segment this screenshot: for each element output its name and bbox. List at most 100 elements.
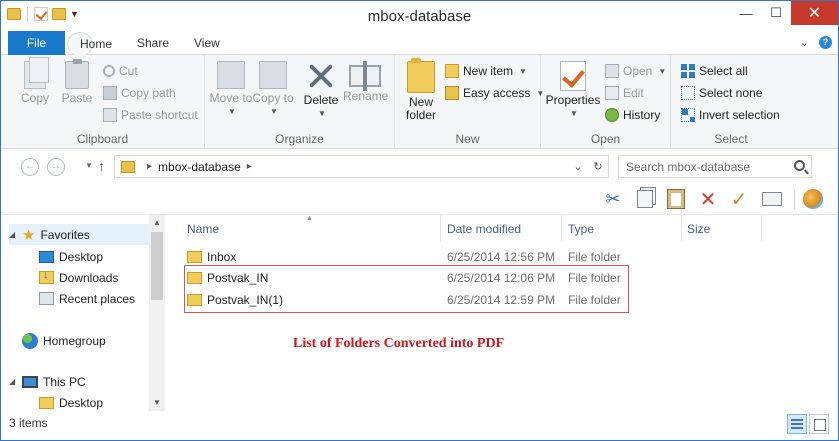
nav-homegroup-label: Homegroup: [43, 333, 106, 348]
recent-locations-icon[interactable]: ▼: [85, 161, 93, 170]
scroll-up-icon[interactable]: ▲: [149, 215, 165, 231]
close-button[interactable]: ✕: [791, 1, 838, 25]
table-row[interactable]: Inbox 6/25/2014 12:56 PM File folder: [165, 246, 838, 267]
nav-item-pc-desktop[interactable]: Desktop: [39, 392, 103, 413]
ribbon: Copy Paste Cut Copy path Paste shortcut …: [1, 55, 838, 149]
computer-icon: [22, 375, 38, 388]
history-button[interactable]: History: [605, 105, 660, 125]
easy-access-button[interactable]: Easy access ▼: [445, 83, 544, 103]
column-divider[interactable]: [561, 215, 562, 241]
details-view-button[interactable]: [787, 414, 807, 434]
clipboard-icon: [667, 189, 685, 209]
column-divider[interactable]: [761, 215, 762, 241]
edit-button[interactable]: Edit: [605, 83, 644, 103]
copy-to-button[interactable]: Copy to ▼: [251, 59, 295, 118]
file-name: Inbox: [207, 250, 237, 264]
tab-file[interactable]: File: [8, 31, 65, 55]
scissors-icon: [103, 65, 115, 77]
column-header-name[interactable]: Name: [187, 222, 219, 236]
paste-shortcut-button[interactable]: Paste shortcut: [103, 105, 198, 125]
star-icon: ★: [22, 226, 36, 244]
nav-item-downloads[interactable]: Downloads: [39, 267, 118, 288]
column-divider[interactable]: [681, 215, 682, 241]
nav-item-recent-places[interactable]: Recent places: [39, 288, 135, 309]
nav-pc-desktop-label: Desktop: [59, 395, 104, 410]
new-folder-button[interactable]: New folder: [399, 58, 443, 122]
search-icon[interactable]: [794, 160, 805, 171]
column-header-date-modified[interactable]: Date modified: [447, 222, 521, 236]
up-arrow-icon[interactable]: ↑: [98, 158, 105, 174]
chevron-right-icon[interactable]: ▸: [147, 161, 152, 172]
expand-arrow-icon[interactable]: ◢: [9, 377, 17, 386]
properties-toolbar-button[interactable]: ✓: [728, 188, 750, 211]
easy-access-label: Easy access: [463, 86, 531, 100]
scroll-down-icon[interactable]: ▼: [149, 395, 165, 411]
select-all-button[interactable]: Select all: [681, 61, 748, 81]
navigation-scrollbar[interactable]: ▲ ▼: [149, 215, 165, 411]
cut-button[interactable]: Cut: [103, 61, 138, 81]
copy-path-button[interactable]: Copy path: [103, 83, 176, 103]
invert-selection-button[interactable]: Invert selection: [681, 105, 780, 125]
paste-toolbar-button[interactable]: [665, 188, 687, 210]
new-item-button[interactable]: New item ▼: [445, 61, 527, 81]
nav-downloads-label: Downloads: [59, 270, 119, 285]
properties-button[interactable]: Properties ▼: [545, 59, 601, 120]
column-divider[interactable]: [440, 215, 441, 241]
history-label: History: [623, 108, 661, 122]
nav-item-homegroup[interactable]: Homegroup: [9, 330, 106, 351]
delete-button[interactable]: Delete ▼: [299, 59, 343, 120]
address-bar[interactable]: ▸ mbox-database ▸ ⌄ ↻: [114, 155, 609, 178]
copy-toolbar-button[interactable]: [634, 188, 656, 210]
chevron-right-icon[interactable]: ▸: [247, 161, 252, 172]
nav-item-desktop[interactable]: Desktop: [39, 246, 103, 267]
cut-toolbar-button[interactable]: ✂: [602, 188, 624, 210]
select-none-button[interactable]: Select none: [681, 83, 762, 103]
maximize-button[interactable]: ☐: [761, 1, 791, 25]
refresh-icon[interactable]: ↻: [588, 160, 608, 173]
nav-item-this-pc[interactable]: ◢ This PC: [9, 371, 86, 392]
address-dropdown-icon[interactable]: ⌄: [568, 160, 588, 173]
select-none-label: Select none: [699, 86, 763, 100]
help-icon[interactable]: ?: [819, 36, 832, 49]
minimize-button[interactable]: —: [731, 1, 761, 25]
forward-button[interactable]: →: [47, 158, 65, 176]
large-icons-view-button[interactable]: [809, 414, 829, 434]
move-to-button[interactable]: Move to ▼: [209, 59, 253, 118]
copy-button[interactable]: Copy: [13, 57, 57, 105]
back-button[interactable]: ←: [21, 158, 39, 176]
column-headers: ▲ Name Date modified Type Size: [165, 215, 838, 241]
select-all-label: Select all: [699, 64, 748, 78]
new-folder-label: New folder: [405, 95, 437, 122]
column-header-type[interactable]: Type: [568, 222, 594, 236]
organize-group: Move to ▼ Copy to ▼ Delete ▼ Rename Orga…: [205, 55, 395, 149]
item-count: 3 items: [9, 416, 48, 430]
paste-button[interactable]: Paste: [55, 59, 99, 105]
downloads-icon: [39, 269, 54, 284]
search-input[interactable]: Search mbox-database: [618, 155, 812, 178]
navigation-pane: ◢ ★ Favorites Desktop Downloads Recent p…: [1, 215, 165, 411]
shell-toolbar-button[interactable]: [802, 188, 824, 210]
breadcrumb-mbox-database[interactable]: mbox-database: [158, 160, 241, 174]
tab-view[interactable]: View: [182, 32, 232, 55]
scrollbar-thumb[interactable]: [151, 232, 163, 300]
rename-toolbar-button[interactable]: [761, 188, 783, 210]
explorer-window: ▼ mbox-database — ☐ ✕ File Home Share Vi…: [0, 0, 839, 441]
file-date: 6/25/2014 12:56 PM: [447, 250, 556, 264]
new-group: New folder New item ▼ Easy access ▼ New: [395, 55, 544, 149]
folder-icon: [39, 396, 54, 409]
expand-arrow-icon[interactable]: ◢: [9, 230, 17, 239]
column-header-size[interactable]: Size: [687, 222, 710, 236]
nav-item-favorites[interactable]: ◢ ★ Favorites: [9, 224, 149, 245]
nav-favorites-label: Favorites: [40, 227, 90, 242]
delete-toolbar-button[interactable]: ✕: [697, 188, 719, 211]
expand-ribbon-icon[interactable]: ⌄: [800, 36, 809, 49]
search-placeholder: Search mbox-database: [626, 159, 751, 174]
move-to-label: Move to: [209, 91, 253, 105]
clipboard-group: Copy Paste Cut Copy path Paste shortcut …: [1, 55, 205, 149]
open-button[interactable]: Open ▼: [605, 61, 666, 81]
open-icon: [605, 64, 619, 78]
rename-button[interactable]: Rename: [343, 59, 388, 103]
copy-label: Copy: [20, 91, 49, 105]
tab-home[interactable]: Home: [67, 32, 112, 56]
tab-share[interactable]: Share: [125, 32, 181, 55]
